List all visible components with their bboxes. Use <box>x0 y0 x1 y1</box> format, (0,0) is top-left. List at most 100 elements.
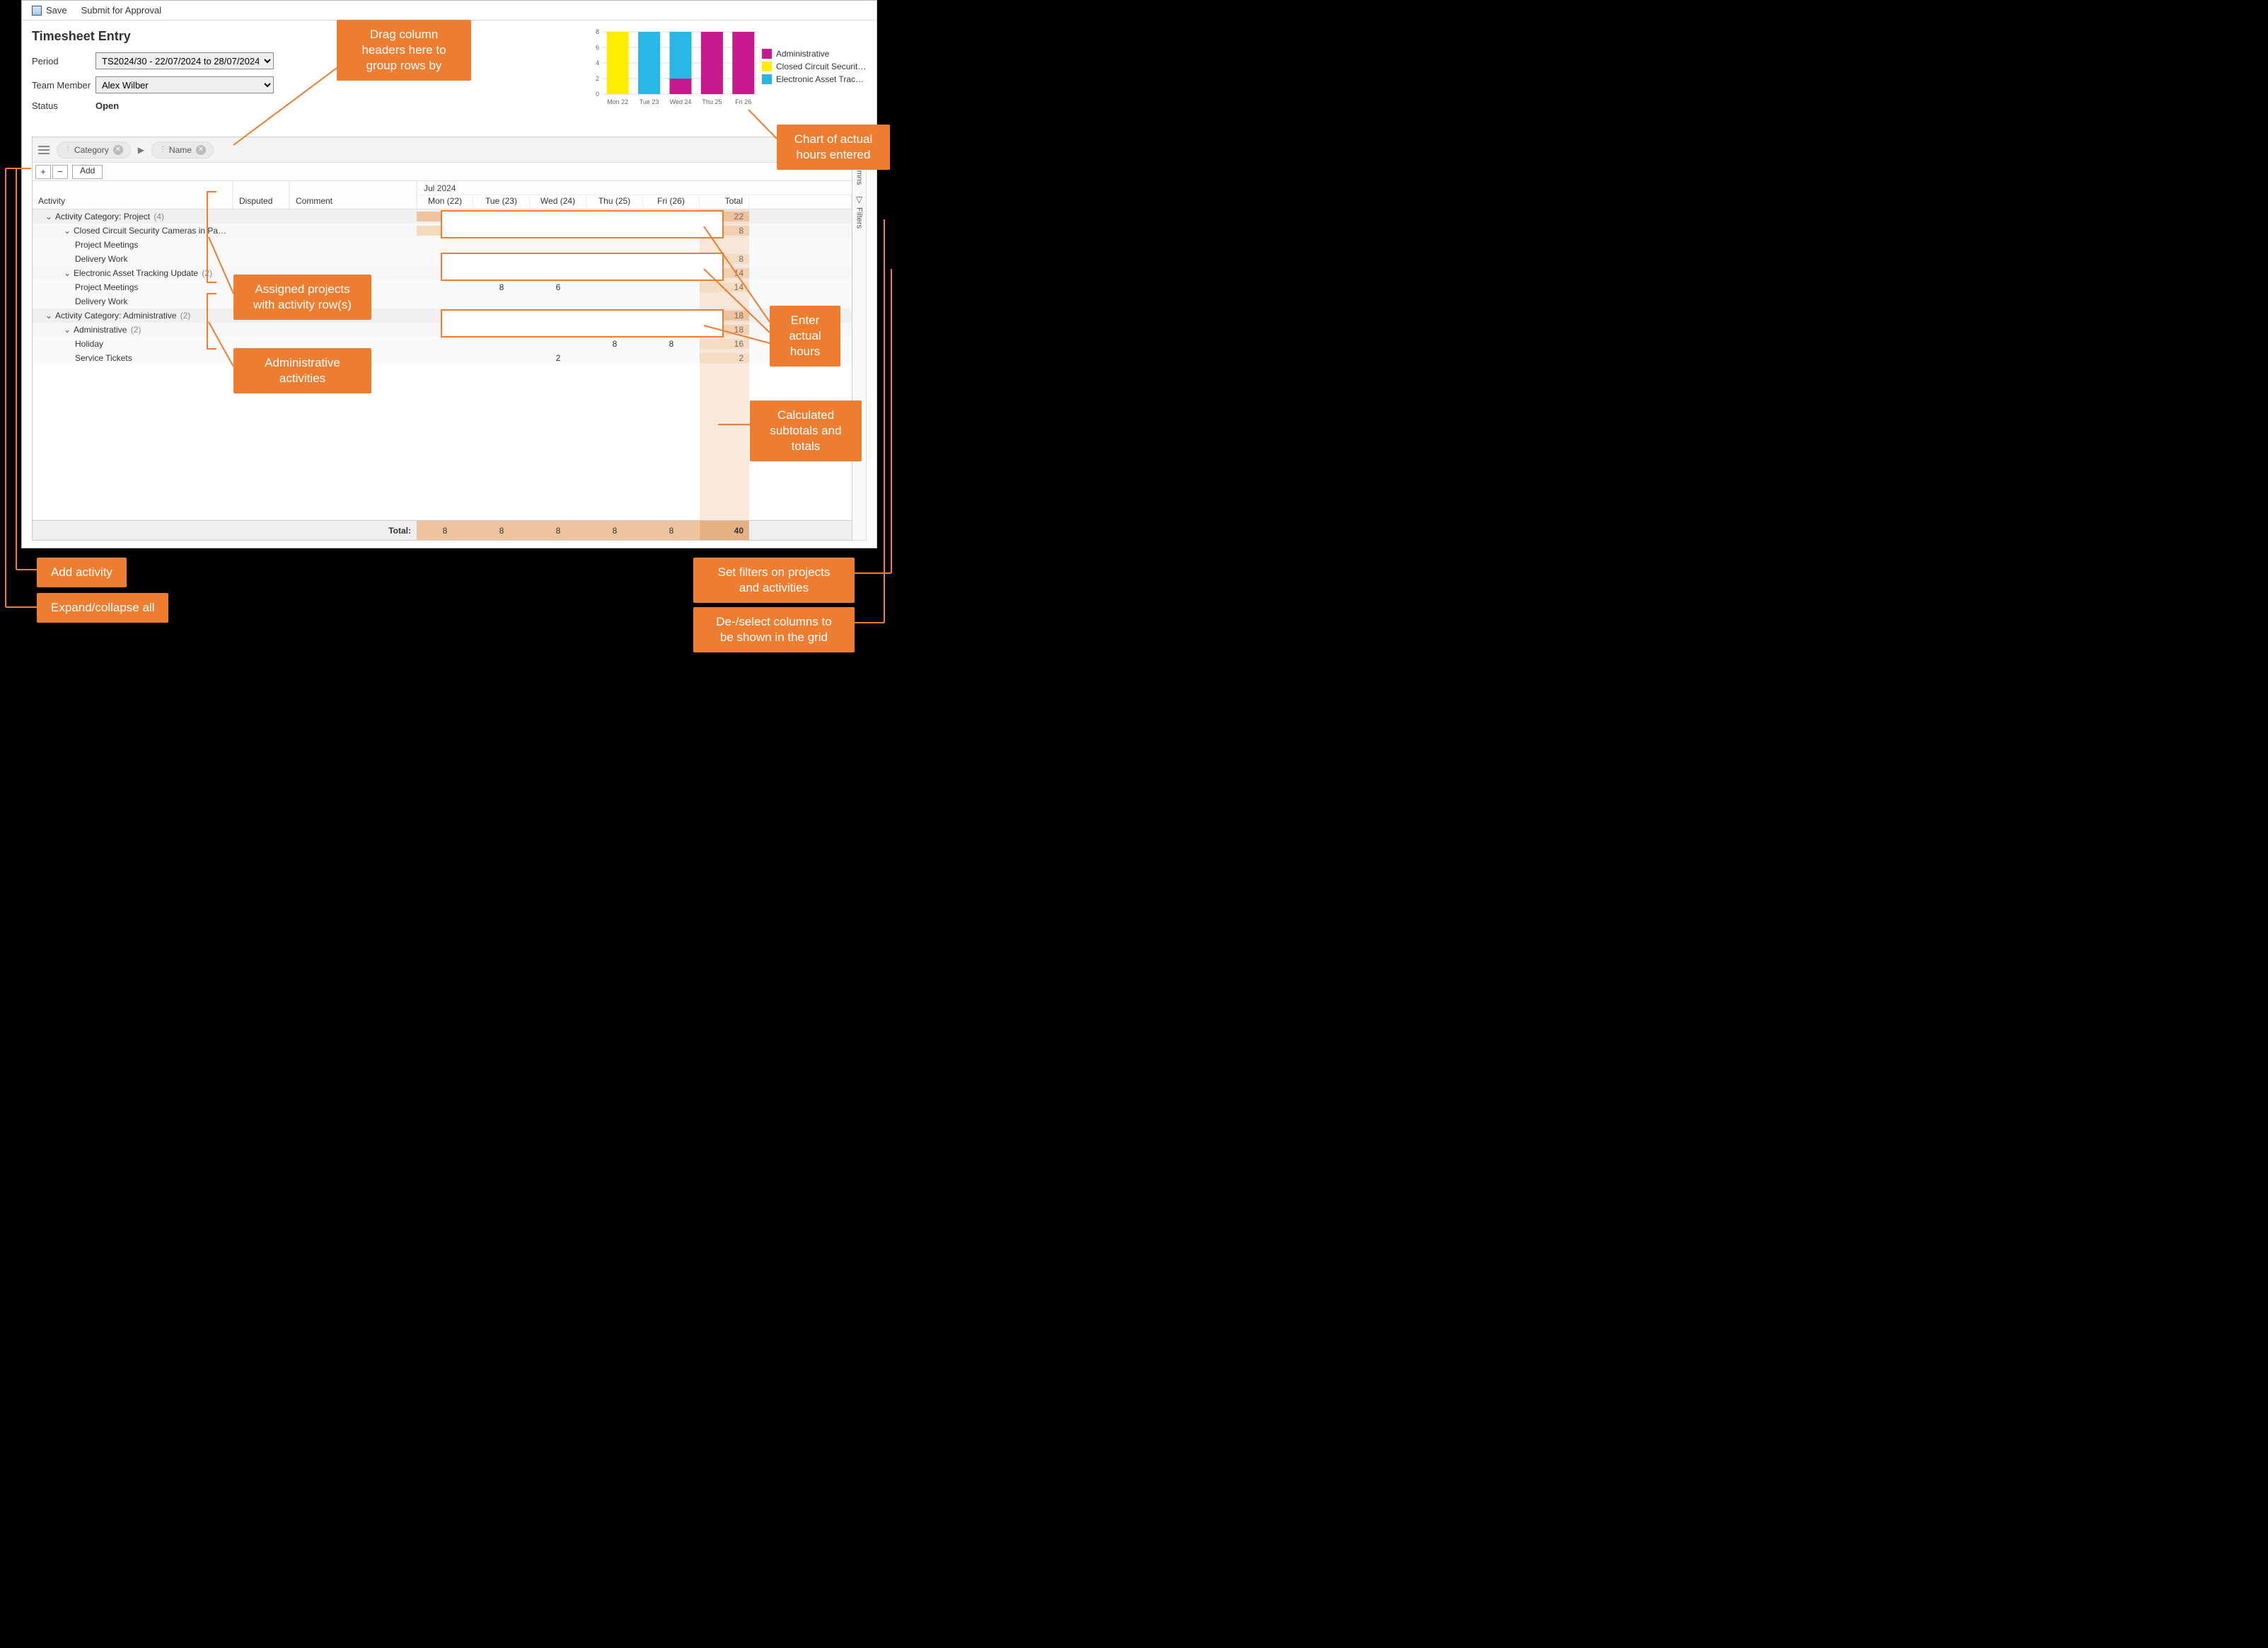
activity-cell[interactable]: Service Tickets <box>33 353 233 363</box>
activity-cell[interactable]: ⌄Activity Category: Project (4) <box>33 212 233 221</box>
grid-footer: Total: 8 8 8 8 8 40 <box>33 520 852 540</box>
svg-text:6: 6 <box>596 44 599 51</box>
table-row[interactable]: ⌄Administrative (2)28818 <box>33 323 852 337</box>
hours-cell: 8 <box>643 325 700 335</box>
hours-cell[interactable]: 2 <box>530 353 586 363</box>
collapse-all-button[interactable]: − <box>52 165 68 179</box>
chevron-down-icon[interactable]: ⌄ <box>64 268 71 278</box>
grouping-bar[interactable]: ⋮⋮ Category ✕ ▶ ⋮⋮ Name ✕ <box>33 137 852 163</box>
table-row[interactable]: ⌄Closed Circuit Security Cameras in Park… <box>33 224 852 238</box>
footer-day-fri: 8 <box>643 521 700 540</box>
footer-total-label: Total: <box>33 526 417 536</box>
callout-subtotals: Calculated subtotals and totals <box>750 401 862 461</box>
svg-text:Tue 23: Tue 23 <box>640 98 659 105</box>
filters-label: Filters <box>855 207 864 229</box>
save-button[interactable]: Save <box>32 5 67 16</box>
hours-cell[interactable]: 8 <box>417 254 473 264</box>
row-total-cell: 18 <box>700 325 749 335</box>
bracket-projects <box>207 191 208 283</box>
row-total-cell: 8 <box>700 254 749 264</box>
drag-dots-icon: ⋮⋮ <box>159 146 165 154</box>
hours-cell: 8 <box>473 268 530 278</box>
add-activity-button[interactable]: Add <box>72 165 103 179</box>
hours-cell[interactable]: 8 <box>643 339 700 349</box>
table-row[interactable]: Service Tickets22 <box>33 351 852 365</box>
hours-cell[interactable]: 6 <box>530 282 586 292</box>
activity-cell[interactable]: Delivery Work <box>33 296 233 306</box>
chevron-down-icon[interactable]: ⌄ <box>64 325 71 335</box>
group-count: (2) <box>128 325 141 335</box>
footer-day-thu: 8 <box>586 521 643 540</box>
col-comment[interactable]: Comment <box>289 181 417 209</box>
activity-label: Holiday <box>75 339 103 349</box>
legend-swatch <box>762 62 772 71</box>
period-label: Period <box>32 56 96 67</box>
group-list-icon <box>38 146 50 154</box>
svg-text:8: 8 <box>596 29 599 35</box>
hours-cell[interactable]: 8 <box>473 282 530 292</box>
group-chip-category[interactable]: ⋮⋮ Category ✕ <box>57 142 131 159</box>
activity-cell[interactable]: ⌄Electronic Asset Tracking Update (2) <box>33 268 233 278</box>
activity-cell[interactable]: ⌄Closed Circuit Security Cameras in Park… <box>33 226 233 236</box>
expand-all-button[interactable]: + <box>35 165 51 179</box>
hours-cell: 8 <box>473 212 530 221</box>
period-select[interactable]: TS2024/30 - 22/07/2024 to 28/07/2024 <box>96 52 274 69</box>
submit-button[interactable]: Submit for Approval <box>81 5 161 16</box>
legend-label: Electronic Asset Track… <box>776 74 868 84</box>
hours-cell[interactable]: 8 <box>586 339 643 349</box>
save-icon <box>32 6 42 16</box>
activity-cell[interactable]: Holiday <box>33 339 233 349</box>
activity-cell[interactable]: Delivery Work <box>33 254 233 264</box>
table-row[interactable]: Delivery Work <box>33 294 852 309</box>
hours-cell: 6 <box>530 212 586 221</box>
chevron-down-icon[interactable]: ⌄ <box>64 226 71 236</box>
hours-cell: 8 <box>586 325 643 335</box>
legend-label: Closed Circuit Securit… <box>776 62 866 71</box>
table-row[interactable]: ⌄Activity Category: Administrative (2)28… <box>33 309 852 323</box>
table-row[interactable]: ⌄Activity Category: Project (4)88622 <box>33 209 852 224</box>
callout-filters: Set filters on projects and activities <box>693 558 855 603</box>
group-chip-category-label: Category <box>74 145 109 155</box>
row-total-cell: 8 <box>700 226 749 236</box>
activity-cell[interactable]: ⌄Activity Category: Administrative (2) <box>33 311 233 321</box>
activity-label: Service Tickets <box>75 353 132 363</box>
footer-day-tue: 8 <box>473 521 530 540</box>
table-row[interactable]: Project Meetings <box>33 238 852 252</box>
activity-label: Administrative <box>74 325 127 335</box>
row-total-cell: 18 <box>700 311 749 321</box>
chart-svg: 02468Mon 22Tue 23Wed 24Thu 25Fri 26 <box>585 29 762 107</box>
svg-text:Mon 22: Mon 22 <box>607 98 628 105</box>
callout-drag-group: Drag column headers here to group rows b… <box>337 20 471 81</box>
group-chip-name[interactable]: ⋮⋮ Name ✕ <box>151 142 214 159</box>
chevron-down-icon[interactable]: ⌄ <box>45 311 52 321</box>
chevron-down-icon[interactable]: ⌄ <box>45 212 52 221</box>
grid-body: Jul 2024 Activity Disputed Comment Mon (… <box>33 181 852 520</box>
table-row[interactable]: Project Meetings8614 <box>33 280 852 294</box>
svg-text:Fri 26: Fri 26 <box>735 98 751 105</box>
col-disputed[interactable]: Disputed <box>233 181 289 209</box>
remove-group-icon[interactable]: ✕ <box>113 145 123 155</box>
remove-group-icon[interactable]: ✕ <box>196 145 206 155</box>
filter-icon: ▽ <box>856 195 862 204</box>
row-total-cell: 14 <box>700 268 749 278</box>
table-row[interactable]: Delivery Work 8 8 <box>33 252 852 266</box>
callout-projects: Assigned projects with activity row(s) <box>233 275 371 320</box>
table-row[interactable]: Holiday8816 <box>33 337 852 351</box>
activity-label: Project Meetings <box>75 240 138 250</box>
footer-day-mon: 8 <box>417 521 473 540</box>
hours-cell: 8 <box>643 311 700 321</box>
col-activity[interactable]: Activity <box>33 181 233 209</box>
team-member-select[interactable]: Alex Wilber <box>96 76 274 93</box>
legend-item: Administrative <box>762 49 868 59</box>
legend-item: Electronic Asset Track… <box>762 74 868 84</box>
status-value: Open <box>96 100 119 111</box>
footer-day-wed: 8 <box>530 521 586 540</box>
activity-cell[interactable]: ⌄Administrative (2) <box>33 325 233 335</box>
activity-cell[interactable]: Project Meetings <box>33 282 233 292</box>
hours-cell: 8 <box>586 311 643 321</box>
activity-cell[interactable]: Project Meetings <box>33 240 233 250</box>
table-row[interactable]: ⌄Electronic Asset Tracking Update (2)861… <box>33 266 852 280</box>
svg-text:Thu 25: Thu 25 <box>702 98 722 105</box>
activity-label: Delivery Work <box>75 254 127 264</box>
filters-panel-button[interactable]: ▽ Filters <box>855 195 864 229</box>
